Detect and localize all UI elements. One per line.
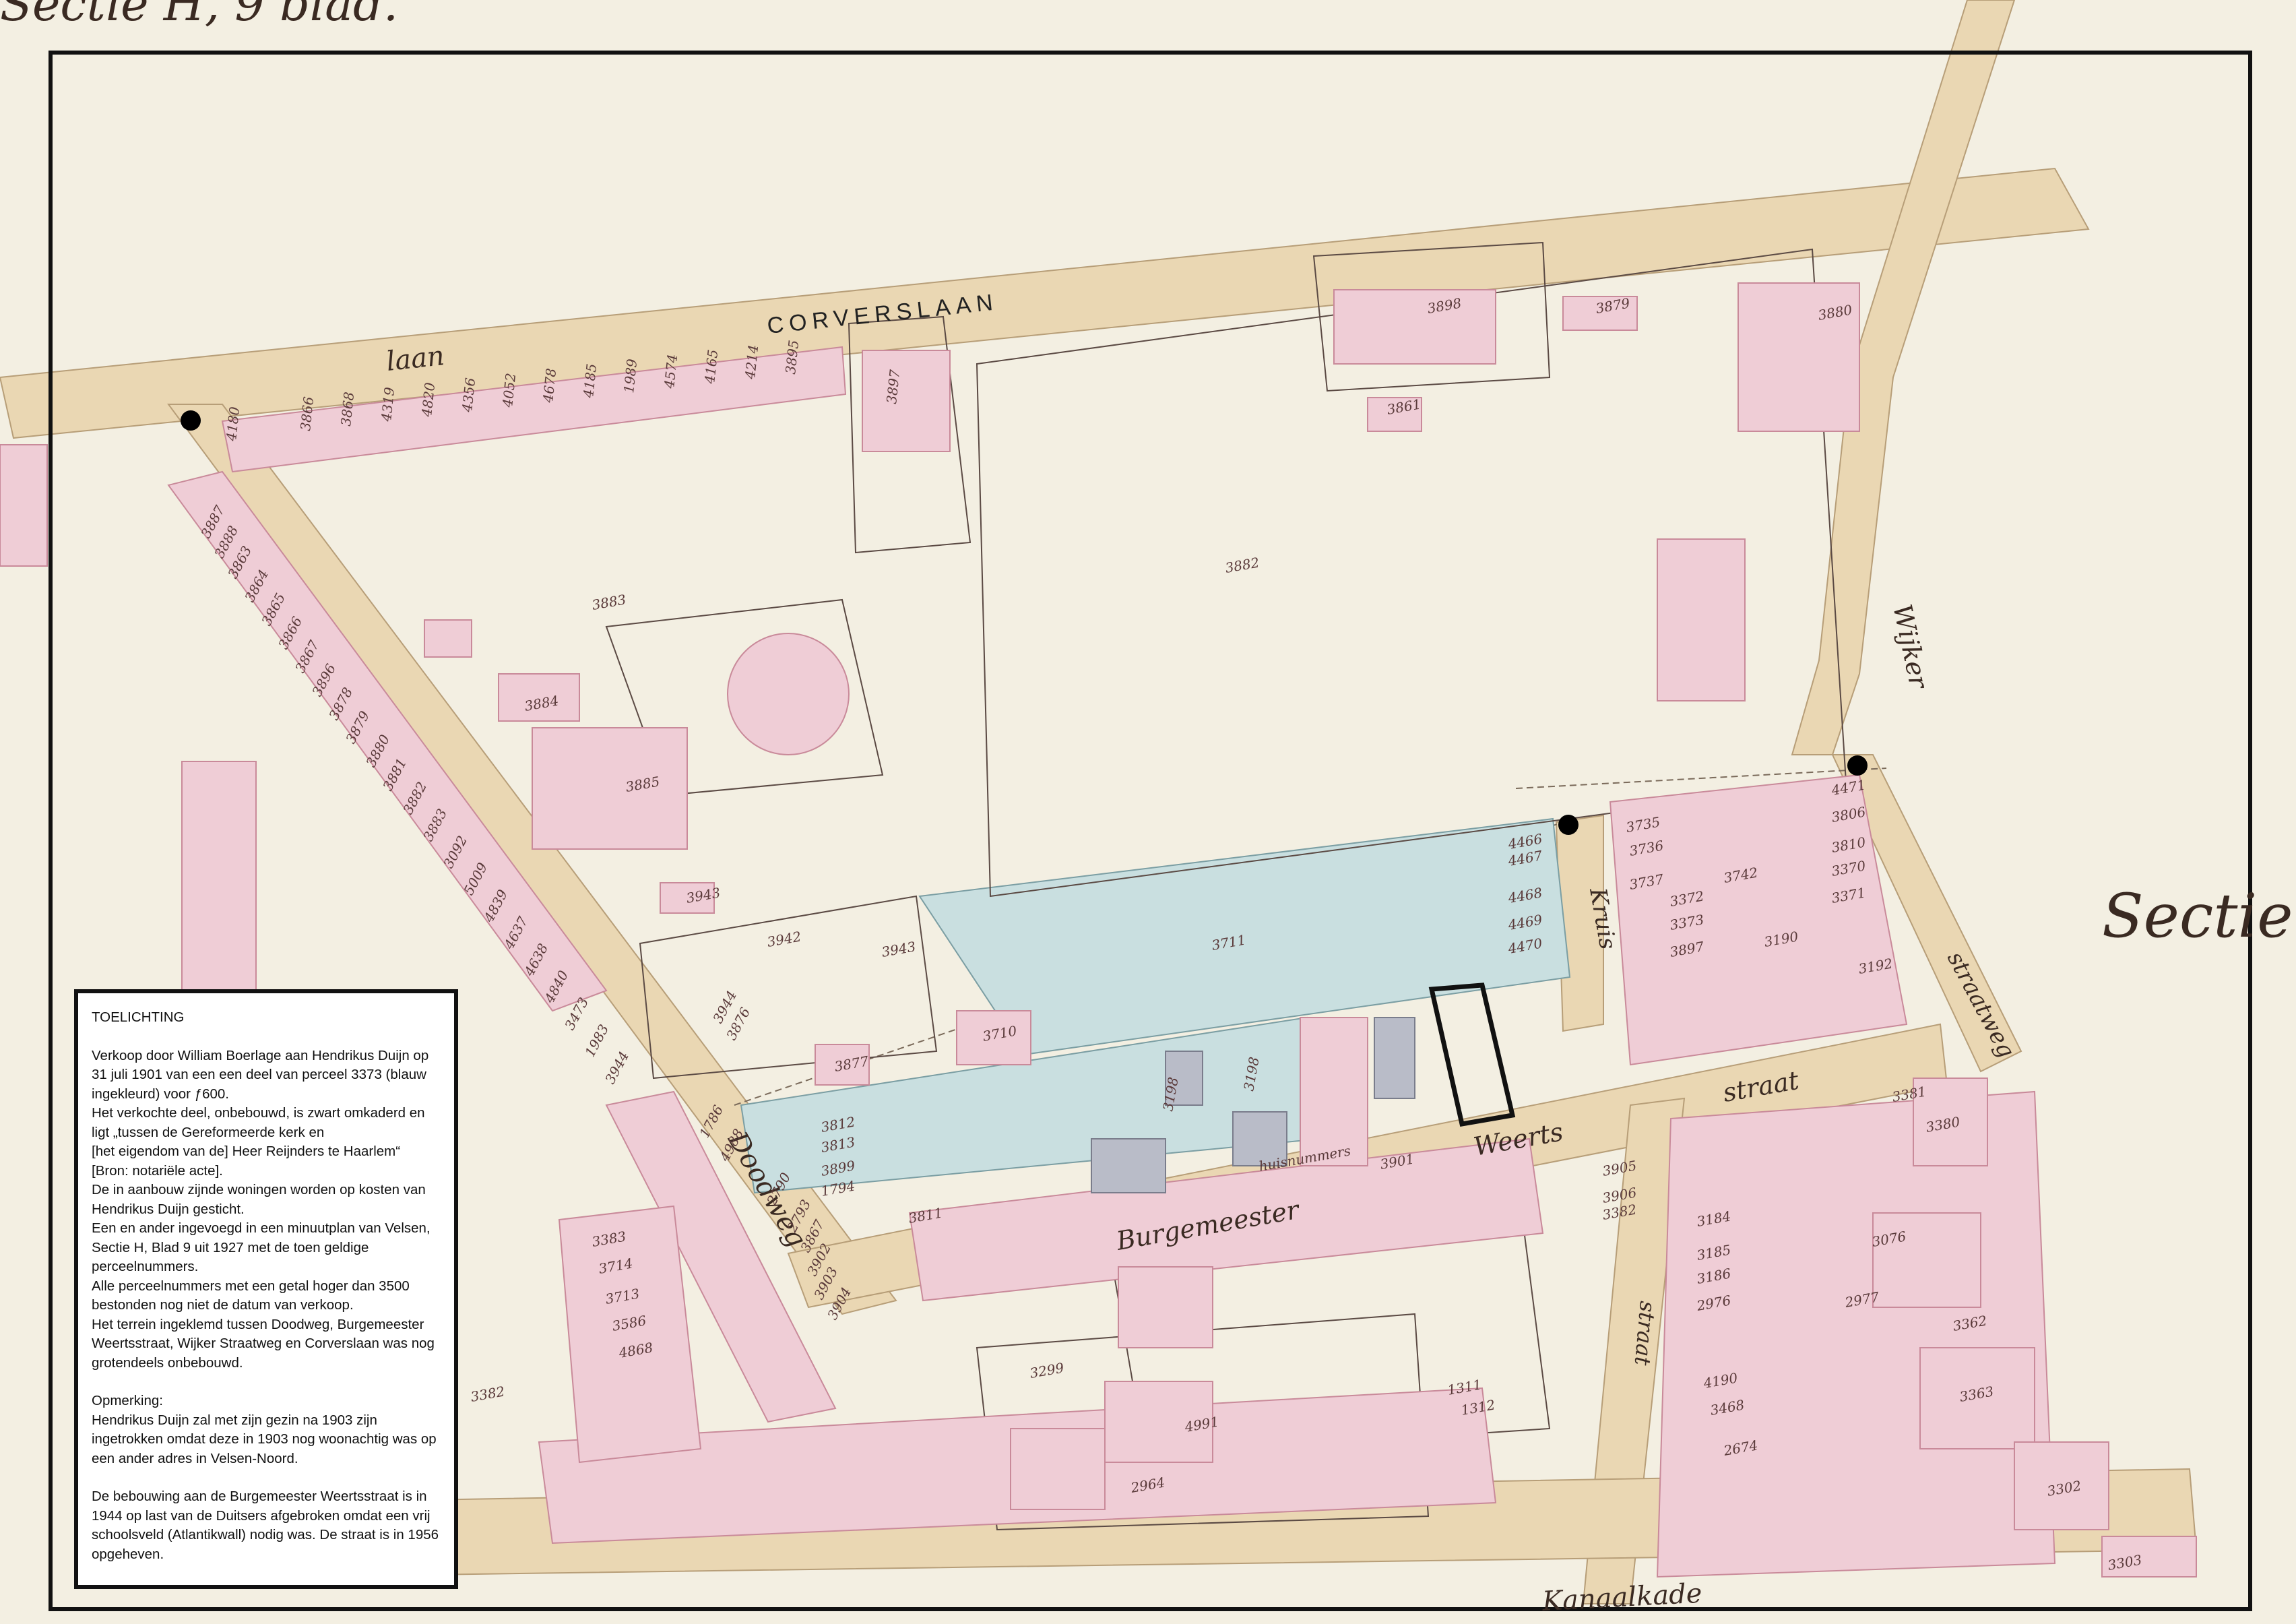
legend-remark: De bebouwing aan de Burgemeester Weertss…: [92, 1489, 439, 1562]
label-laan: laan: [385, 340, 446, 377]
right-edge-title: Sectie: [2102, 881, 2293, 951]
legend-remark: Hendrikus Duijn zal met zijn gezin na 19…: [92, 1412, 437, 1466]
legend-box: TOELICHTING Verkoop door William Boerlag…: [74, 989, 458, 1589]
building-ruin: [1118, 1266, 1213, 1348]
legend-paragraph: [het eigendom van de] Heer Reijnders te …: [92, 1144, 401, 1159]
building-4319: [862, 350, 951, 452]
legend-title: TOELICHTING: [92, 1009, 185, 1025]
strip-lower-east: [1656, 1090, 2056, 1578]
corner-dot-kruisstraat: [1558, 815, 1578, 835]
legend-remark-title: Opmerking:: [92, 1393, 163, 1408]
legend-paragraph: Verkoop door William Boerlage aan Hendri…: [92, 1047, 429, 1102]
grey-block-1: [1091, 1138, 1166, 1193]
building-3714: [1872, 1212, 1981, 1308]
building-2976: [1010, 1428, 1106, 1510]
corner-dot-wijker-straatweg: [1847, 755, 1868, 776]
round-structure: [727, 633, 850, 755]
legend-gap: [92, 1468, 441, 1487]
building-left: [0, 444, 48, 567]
grey-block-4: [1374, 1017, 1415, 1099]
legend-paragraph: Alle perceelnummers met een getal hoger …: [92, 1278, 410, 1313]
top-left-title: Sectie H, 9 blad.: [0, 0, 398, 32]
corner-dot-corverslaan-doodweg: [181, 410, 201, 431]
legend-paragraph: Het terrein ingeklemd tussen Doodweg, Bu…: [92, 1316, 435, 1371]
building-4214: [532, 727, 688, 850]
building-tower: [181, 761, 257, 991]
building-1794: [1300, 1017, 1368, 1166]
building-4356: [1333, 289, 1496, 365]
building-church: [1657, 538, 1746, 701]
legend-paragraph: Een en ander ingevoegd in een minuutplan…: [92, 1220, 430, 1274]
legend-gap: [92, 1373, 441, 1392]
legend-paragraph: [Bron: notariële acte].: [92, 1162, 223, 1179]
legend-gap: [92, 1028, 441, 1047]
building-sq1: [424, 619, 472, 658]
legend-paragraph: De in aanbouw zijnde woningen worden op …: [92, 1182, 426, 1217]
legend-paragraph: Het verkochte deel, onbebouwd, is zwart …: [92, 1105, 425, 1140]
